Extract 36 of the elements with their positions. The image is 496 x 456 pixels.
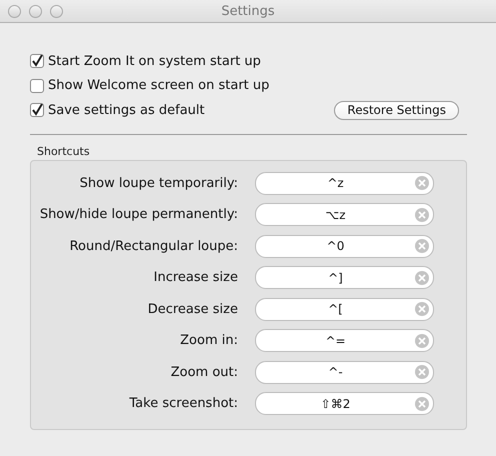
- window-control-button[interactable]: [29, 4, 42, 18]
- shortcut-field[interactable]: ⇧⌘2: [255, 392, 434, 415]
- checkbox-label: Show Welcome screen on start up: [48, 78, 270, 94]
- checkbox[interactable]: [30, 78, 44, 93]
- shortcut-field[interactable]: ^[: [255, 298, 434, 320]
- shortcut-field[interactable]: ^]: [255, 266, 434, 289]
- clear-icon[interactable]: [415, 365, 429, 379]
- window-title: Settings: [221, 4, 275, 18]
- checkbox[interactable]: [30, 103, 44, 118]
- checkbox-label: Start Zoom It on system start up: [48, 54, 261, 69]
- shortcut-label: Increase size: [154, 270, 238, 285]
- shortcut-label: Zoom out:: [170, 364, 238, 380]
- restore-settings-button[interactable]: Restore Settings: [334, 100, 459, 120]
- shortcut-label: Zoom in:: [180, 333, 238, 348]
- clear-icon[interactable]: [415, 208, 429, 222]
- clear-icon[interactable]: [415, 176, 429, 190]
- window-control-button[interactable]: [8, 4, 21, 18]
- shortcut-label: Decrease size: [148, 302, 238, 316]
- window-control-button[interactable]: [50, 4, 63, 18]
- shortcut-field[interactable]: ^0: [255, 234, 434, 258]
- group-title: Shortcuts: [37, 144, 90, 158]
- shortcut-label: Show loupe temporarily:: [80, 176, 238, 190]
- clear-icon[interactable]: [415, 270, 429, 284]
- shortcut-field[interactable]: ^=: [255, 329, 434, 352]
- clear-icon[interactable]: [415, 239, 429, 253]
- shortcut-field[interactable]: ^-: [255, 360, 434, 384]
- clear-icon[interactable]: [415, 302, 429, 316]
- clear-icon[interactable]: [415, 396, 429, 410]
- shortcut-field[interactable]: ⌥z: [255, 203, 434, 226]
- shortcut-label: Round/Rectangular loupe:: [70, 238, 238, 254]
- checkbox-label: Save settings as default: [48, 102, 205, 118]
- clear-icon[interactable]: [415, 334, 429, 348]
- shortcut-field[interactable]: ^z: [255, 172, 434, 194]
- checkbox[interactable]: [30, 54, 44, 68]
- shortcut-label: Take screenshot:: [129, 396, 238, 411]
- shortcut-label: Show/hide loupe permanently:: [40, 207, 238, 222]
